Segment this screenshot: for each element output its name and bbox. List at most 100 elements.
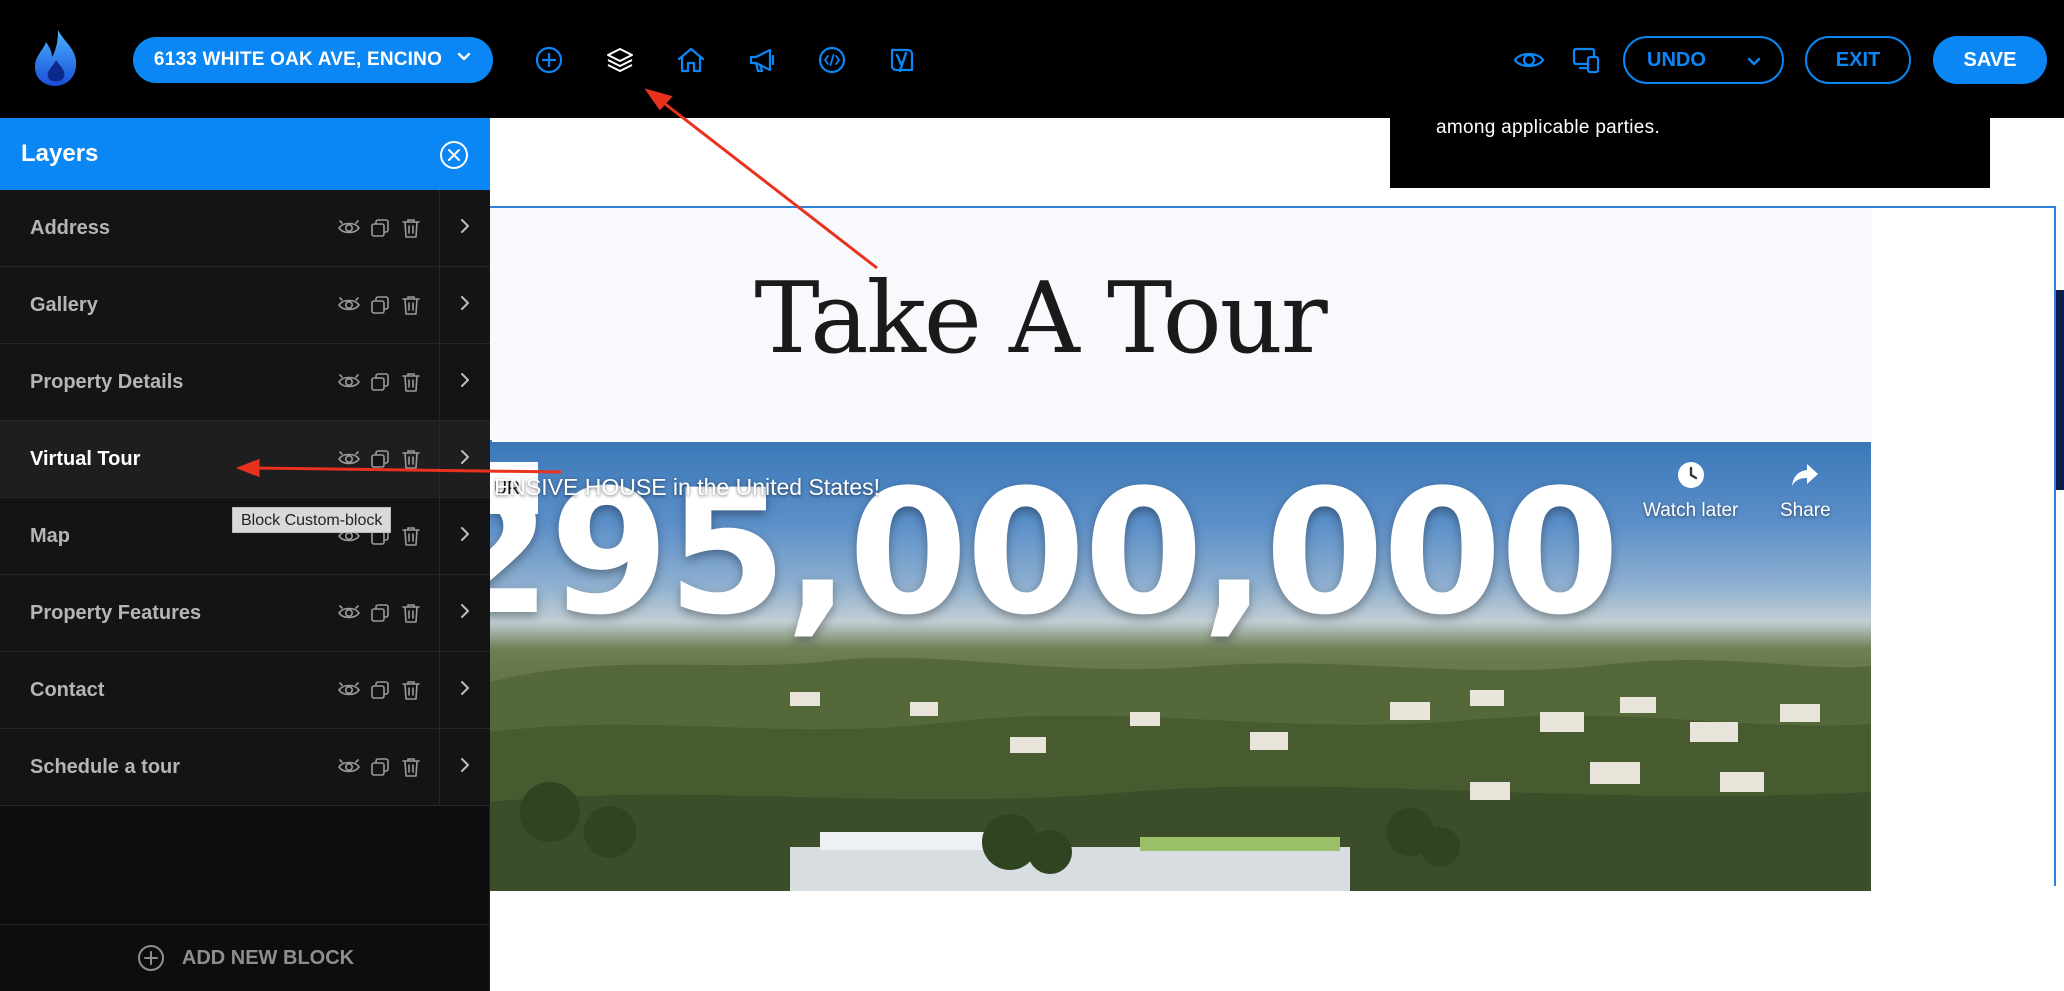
duplicate-icon[interactable]	[368, 216, 392, 240]
virtual-tour-video[interactable]: 295,000,000 UR ENSIVE HOUSE in the Unite…	[490, 442, 1871, 891]
layer-expand-button[interactable]	[439, 344, 490, 421]
add-new-block-label: ADD NEW BLOCK	[181, 946, 355, 969]
top-toolbar: 6133 WHITE OAK AVE, ENCINO UNDO EXIT SAV…	[0, 0, 2064, 118]
layer-expand-button[interactable]	[439, 190, 490, 267]
eye-icon	[1513, 52, 1545, 68]
layers-icon	[607, 48, 633, 72]
chevron-right-icon	[456, 756, 474, 779]
chevron-right-icon	[456, 294, 474, 317]
layer-item-label: Contact	[30, 679, 105, 701]
property-select-label: 6133 WHITE OAK AVE, ENCINO	[153, 49, 443, 70]
layer-item-property-details[interactable]: Property Details	[0, 344, 490, 421]
chevron-right-icon	[456, 679, 474, 702]
visibility-icon[interactable]	[337, 755, 361, 779]
watch-later-button[interactable]: Watch later	[1643, 460, 1738, 522]
share-button[interactable]: Share	[1780, 460, 1831, 522]
trash-icon[interactable]	[399, 447, 423, 471]
trash-icon[interactable]	[399, 524, 423, 548]
layer-item-label: Map	[30, 525, 70, 547]
seo-tool-button[interactable]	[882, 40, 922, 80]
share-icon	[1792, 464, 1819, 486]
visibility-icon[interactable]	[337, 447, 361, 471]
layer-item-label: Virtual Tour	[30, 448, 141, 470]
layer-expand-button[interactable]	[439, 575, 490, 652]
layer-item-actions	[337, 678, 423, 702]
chevron-down-icon[interactable]	[1746, 53, 1762, 76]
duplicate-icon[interactable]	[368, 293, 392, 317]
video-thumbnail-landscape	[490, 657, 1871, 891]
layer-item-gallery[interactable]: Gallery	[0, 267, 490, 344]
layers-panel: Layers Address Gallery Property Details Vir…	[0, 118, 490, 991]
chevron-right-icon	[456, 448, 474, 471]
trash-icon[interactable]	[399, 370, 423, 394]
trash-icon[interactable]	[399, 755, 423, 779]
undo-button[interactable]: UNDO	[1623, 36, 1784, 84]
layer-item-label: Gallery	[30, 294, 98, 316]
video-title[interactable]: ENSIVE HOUSE in the United States!	[494, 474, 880, 501]
disclaimer-box: among applicable parties.	[1390, 118, 1990, 188]
home-icon	[677, 47, 705, 73]
save-button[interactable]: SAVE	[1933, 36, 2047, 84]
close-icon[interactable]	[439, 140, 469, 170]
visibility-icon[interactable]	[337, 370, 361, 394]
flame-logo-icon[interactable]	[28, 28, 84, 88]
property-select-button[interactable]: 6133 WHITE OAK AVE, ENCINO	[133, 37, 493, 83]
layer-item-label: Property Features	[30, 602, 202, 624]
chevron-right-icon	[456, 371, 474, 394]
visibility-icon[interactable]	[337, 678, 361, 702]
chevron-right-icon	[456, 525, 474, 548]
layer-expand-button[interactable]	[439, 421, 490, 498]
page-builder-app: 6133 WHITE OAK AVE, ENCINO UNDO EXIT SAV…	[0, 0, 2064, 991]
layer-item-label: Address	[30, 217, 111, 239]
embed-code-tool-button[interactable]	[812, 40, 852, 80]
trash-icon[interactable]	[399, 216, 423, 240]
add-block-tool-button[interactable]	[529, 40, 569, 80]
layer-item-schedule-a-tour[interactable]: Schedule a tour	[0, 729, 490, 806]
exit-button[interactable]: EXIT	[1805, 36, 1911, 84]
trash-icon[interactable]	[399, 601, 423, 625]
layer-item-actions	[337, 755, 423, 779]
layers-tool-button[interactable]	[600, 40, 640, 80]
preview-button[interactable]	[1509, 40, 1549, 80]
duplicate-icon[interactable]	[368, 755, 392, 779]
layers-panel-header: Layers	[0, 118, 490, 190]
duplicate-icon[interactable]	[368, 370, 392, 394]
undo-label: UNDO	[1647, 48, 1706, 71]
visibility-icon[interactable]	[337, 216, 361, 240]
layer-item-actions	[337, 447, 423, 471]
layer-item-virtual-tour[interactable]: Virtual Tour	[0, 421, 490, 498]
layer-expand-button[interactable]	[439, 652, 490, 729]
add-new-block-button[interactable]: ADD NEW BLOCK	[0, 924, 490, 991]
plus-circle-icon	[137, 945, 164, 971]
chevron-down-icon	[456, 49, 472, 71]
duplicate-icon[interactable]	[368, 447, 392, 471]
disclaimer-text: among applicable parties.	[1436, 117, 1661, 138]
home-tool-button[interactable]	[671, 40, 711, 80]
watch-later-label: Watch later	[1643, 500, 1739, 521]
layer-item-address[interactable]: Address	[0, 190, 490, 267]
layers-panel-title: Layers	[21, 140, 99, 167]
marketing-tool-button[interactable]	[742, 40, 782, 80]
layer-item-actions	[337, 601, 423, 625]
layer-expand-button[interactable]	[439, 729, 490, 806]
layer-item-actions	[337, 216, 423, 240]
duplicate-icon[interactable]	[368, 678, 392, 702]
layer-item-contact[interactable]: Contact	[0, 652, 490, 729]
layer-item-label: Property Details	[30, 371, 184, 393]
clock-icon	[1677, 462, 1704, 488]
trash-icon[interactable]	[399, 293, 423, 317]
visibility-icon[interactable]	[337, 601, 361, 625]
visibility-icon[interactable]	[337, 293, 361, 317]
layer-expand-button[interactable]	[439, 267, 490, 344]
chevron-right-icon	[456, 602, 474, 625]
trash-icon[interactable]	[399, 678, 423, 702]
responsive-preview-button[interactable]	[1566, 40, 1606, 80]
layer-item-property-features[interactable]: Property Features	[0, 575, 490, 652]
layer-expand-button[interactable]	[439, 498, 490, 575]
chevron-right-icon	[456, 217, 474, 240]
layer-item-actions	[337, 370, 423, 394]
section-title: Take A Tour	[754, 262, 1327, 376]
duplicate-icon[interactable]	[368, 601, 392, 625]
layer-item-actions	[337, 293, 423, 317]
megaphone-icon	[749, 48, 775, 73]
